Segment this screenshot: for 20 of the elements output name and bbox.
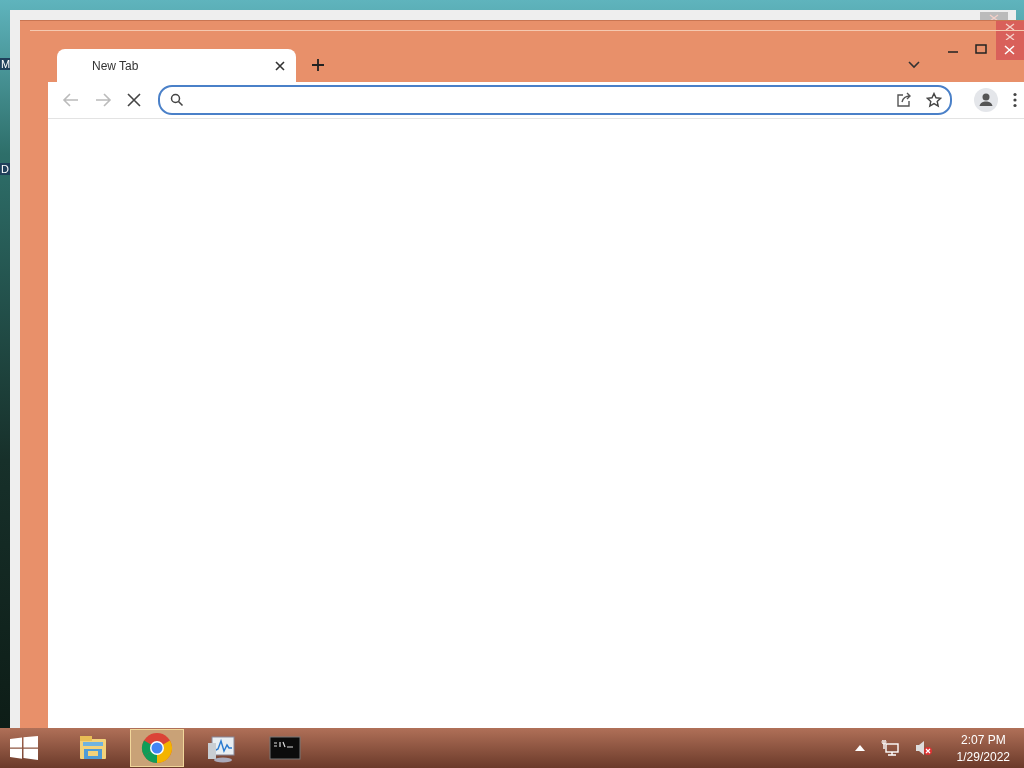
clock-date[interactable]: 1/29/2022 (956, 749, 1010, 764)
clock-time[interactable]: 2:07 PM (960, 732, 1006, 747)
star-icon[interactable] (926, 92, 942, 108)
close-icon[interactable] (274, 59, 286, 72)
network-icon[interactable] (880, 740, 899, 756)
more-menu-icon[interactable] (1012, 92, 1018, 108)
taskbar-app-button[interactable] (130, 729, 184, 767)
muted-speaker-icon[interactable] (914, 740, 933, 756)
address-bar[interactable] (158, 85, 952, 115)
search-icon (170, 93, 184, 107)
new-tab-icon[interactable] (310, 57, 326, 73)
stop-icon[interactable] (126, 92, 142, 108)
chevron-down-icon[interactable] (907, 60, 921, 70)
chevron-up-icon[interactable] (854, 745, 865, 751)
profile-avatar-icon[interactable] (974, 88, 998, 112)
browser-logo-icon (140, 731, 174, 765)
desktop-icon-label[interactable]: D (0, 163, 10, 175)
windows-start-icon[interactable] (10, 736, 38, 760)
share-icon[interactable] (896, 92, 912, 108)
browser-tab[interactable]: New Tab (57, 49, 296, 82)
